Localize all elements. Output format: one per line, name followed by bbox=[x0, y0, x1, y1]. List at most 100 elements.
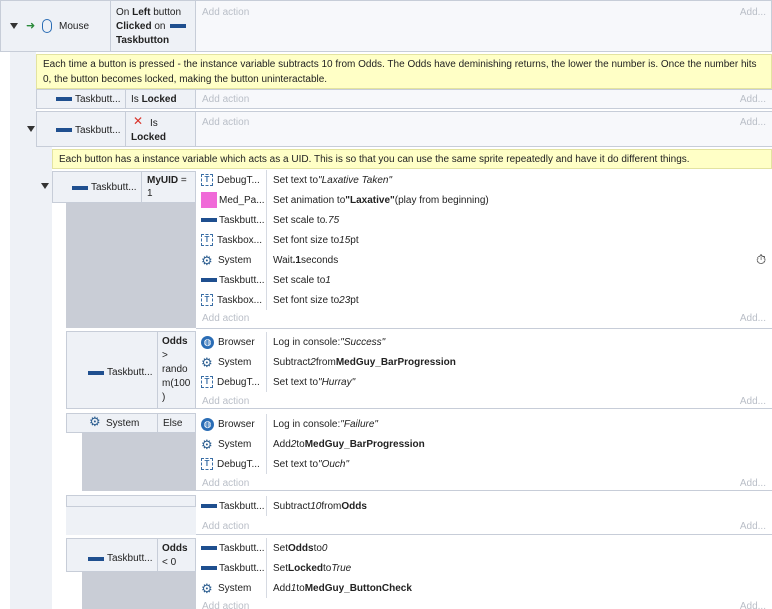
action-object: ⚙ System bbox=[199, 434, 267, 454]
action-object-name: Taskbutt... bbox=[219, 274, 265, 286]
event-4-separator bbox=[141, 171, 142, 203]
action-description: Set font size to 23 pt bbox=[273, 290, 359, 310]
event-7-add-short[interactable]: Add... bbox=[740, 521, 766, 532]
event-8-add-action[interactable]: Add action bbox=[202, 601, 249, 609]
event-8-condition-text[interactable]: Odds < 0 bbox=[162, 542, 188, 570]
action-description: Set Odds to 0 bbox=[273, 538, 327, 558]
action-row[interactable]: ◍ Browser Log in console: "Success" bbox=[199, 332, 759, 352]
event-5-add-action[interactable]: Add action bbox=[202, 396, 249, 407]
text-object-icon: T bbox=[201, 174, 213, 186]
action-row[interactable]: T Taskbox... Set font size to 23 pt bbox=[199, 290, 759, 310]
event-4-condition-text[interactable]: MyUID = 1 bbox=[147, 174, 187, 200]
event-5-add-short[interactable]: Add... bbox=[740, 396, 766, 407]
action-object-name: Taskbox... bbox=[217, 294, 263, 306]
action-object: ⚙ System bbox=[199, 250, 267, 270]
event-3-add-short[interactable]: Add... bbox=[740, 117, 766, 128]
action-row[interactable]: Taskbutt... Set Locked to True bbox=[199, 558, 759, 578]
event-7-condition-row[interactable] bbox=[66, 495, 196, 507]
action-text-part: to bbox=[296, 582, 305, 594]
action-text-part: Set animation to bbox=[273, 194, 346, 206]
gear-icon: ⚙ bbox=[89, 414, 101, 429]
action-object: T DebugT... bbox=[199, 454, 267, 474]
action-text-part: "Success" bbox=[340, 336, 386, 348]
action-object-name: DebugT... bbox=[217, 174, 260, 186]
event-6-condition-text[interactable]: Else bbox=[163, 418, 182, 429]
action-description: Log in console: "Success" bbox=[273, 332, 385, 352]
action-description: Add 2 to MedGuy_BarProgression bbox=[273, 434, 425, 454]
action-text-part: Subtract bbox=[273, 500, 311, 512]
action-row[interactable]: ⚙ System Subtract 2 from MedGuy_BarProgres… bbox=[199, 352, 759, 372]
action-description: Set scale to 1 bbox=[273, 270, 331, 290]
event-1-add-action[interactable]: Add action bbox=[202, 7, 249, 18]
event-2-add-action[interactable]: Add action bbox=[202, 94, 249, 105]
action-text-part: "Laxative Taken" bbox=[318, 174, 393, 186]
comment-1[interactable]: Each time a button is pressed - the inst… bbox=[36, 54, 772, 89]
event-6-add-action[interactable]: Add action bbox=[202, 478, 249, 489]
sprite-icon bbox=[201, 278, 217, 282]
action-row[interactable]: T Taskbox... Set font size to 15 pt bbox=[199, 230, 759, 250]
event-1-condition-text[interactable]: On Left button Clicked on Taskbutton bbox=[116, 6, 194, 48]
action-row[interactable]: Taskbutt... Set scale to .75 bbox=[199, 210, 759, 230]
event-7-add-action[interactable]: Add action bbox=[202, 521, 249, 532]
action-text-part: Wait bbox=[273, 254, 293, 266]
taskbutton-sprite-icon bbox=[88, 371, 104, 375]
globe-icon: ◍ bbox=[201, 335, 214, 349]
action-row[interactable]: T DebugT... Set text to "Hurray" bbox=[199, 372, 759, 392]
event-4-add-short[interactable]: Add... bbox=[740, 313, 766, 324]
event-3-separator bbox=[125, 111, 126, 147]
text-object-icon: T bbox=[201, 376, 213, 388]
text-object-icon: T bbox=[201, 234, 213, 246]
action-object: Taskbutt... bbox=[199, 538, 267, 558]
sprite-thumbnail-icon bbox=[201, 192, 217, 208]
event-8-separator bbox=[157, 538, 158, 572]
action-text-part: Set font size to bbox=[273, 294, 340, 306]
action-row[interactable]: T DebugT... Set text to "Laxative Taken" bbox=[199, 170, 759, 190]
action-row[interactable]: ⚙ System Add 2 to MedGuy_BarProgression bbox=[199, 434, 759, 454]
action-row[interactable]: Med_Pa... Set animation to "Laxative" (pl… bbox=[199, 190, 759, 210]
comment-2[interactable]: Each button has a instance variable whic… bbox=[52, 149, 772, 169]
collapse-event-1-icon[interactable] bbox=[10, 23, 18, 29]
event-4-add-action[interactable]: Add action bbox=[202, 313, 249, 324]
event-3-add-action[interactable]: Add action bbox=[202, 117, 249, 128]
collapse-event-4-icon[interactable] bbox=[41, 183, 49, 189]
event-3-condition-bold[interactable]: Locked bbox=[131, 132, 166, 143]
action-object-name: DebugT... bbox=[217, 376, 260, 388]
event-2-condition-text[interactable]: Is Locked bbox=[131, 94, 177, 105]
action-text-part: Log in console: bbox=[273, 418, 341, 430]
action-object-name: Taskbutt... bbox=[219, 500, 265, 512]
event-2-add-short[interactable]: Add... bbox=[740, 94, 766, 105]
action-row[interactable]: ⚙ System Wait .1 seconds bbox=[199, 250, 759, 270]
action-text-part: "Failure" bbox=[340, 418, 378, 430]
action-text-part: seconds bbox=[300, 254, 339, 266]
action-text-part: Set text to bbox=[273, 376, 319, 388]
action-row[interactable]: Taskbutt... Set Odds to 0 bbox=[199, 538, 759, 558]
action-row[interactable]: Taskbutt... Subtract 10 from Odds bbox=[199, 496, 759, 516]
action-text-part: Odds bbox=[341, 500, 367, 512]
action-row[interactable]: Taskbutt... Set scale to 1 bbox=[199, 270, 759, 290]
action-text-part: "Laxative" bbox=[345, 194, 395, 206]
action-object-name: System bbox=[218, 582, 252, 594]
action-description: Subtract 10 from Odds bbox=[273, 496, 367, 516]
action-row[interactable]: ◍ Browser Log in console: "Failure" bbox=[199, 414, 759, 434]
event-6-gray-body bbox=[82, 433, 196, 491]
action-text-part: Log in console: bbox=[273, 336, 341, 348]
action-text-part: Set scale to bbox=[273, 274, 326, 286]
event-5-condition-text[interactable]: Odds > rando m(100 ) bbox=[162, 335, 190, 405]
action-object-name: System bbox=[218, 438, 252, 450]
action-object: Taskbutt... bbox=[199, 558, 267, 578]
event-6-separator bbox=[157, 413, 158, 433]
collapse-event-3-icon[interactable] bbox=[27, 126, 35, 132]
event-8-add-short[interactable]: Add... bbox=[740, 601, 766, 609]
action-row[interactable]: T DebugT... Set text to "Ouch" bbox=[199, 454, 759, 474]
event-6-add-short[interactable]: Add... bbox=[740, 478, 766, 489]
event-6-object-name: System bbox=[106, 418, 140, 429]
action-row[interactable]: ⚙ System Add 1 to MedGuy_ButtonCheck bbox=[199, 578, 759, 598]
action-text-part: Odds bbox=[288, 542, 314, 554]
event-1-add-short[interactable]: Add... bbox=[740, 7, 766, 18]
action-text-part: from bbox=[315, 356, 336, 368]
event-4-object-name: Taskbutt... bbox=[91, 182, 137, 193]
event-2-actions-area bbox=[196, 89, 772, 109]
event-3-condition-prefix[interactable]: Is bbox=[150, 118, 158, 129]
sprite-icon bbox=[201, 218, 217, 222]
event-2-separator bbox=[125, 89, 126, 109]
